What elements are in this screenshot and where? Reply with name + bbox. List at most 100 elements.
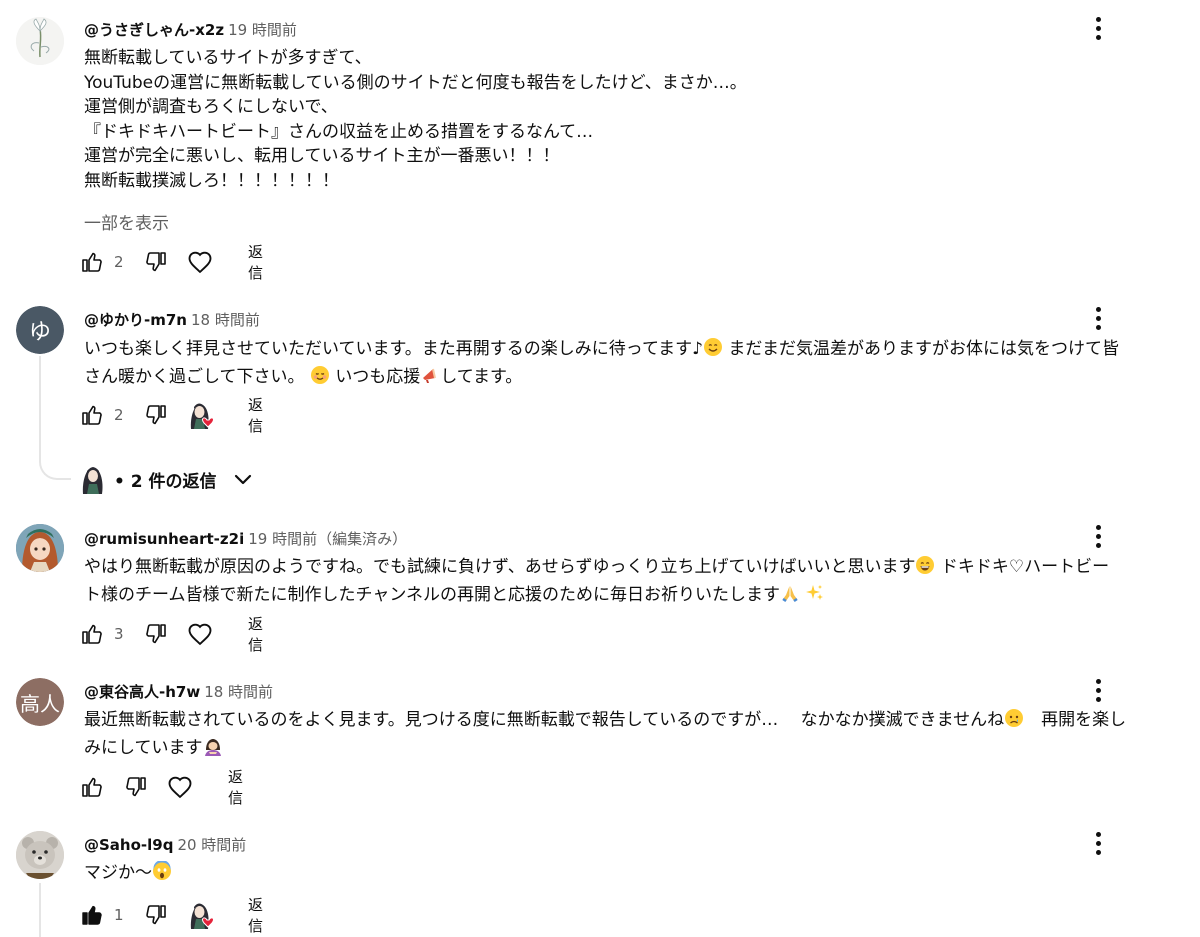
reply-button[interactable]: 返信 xyxy=(228,768,243,807)
timestamp[interactable]: 18 時間前 xyxy=(204,683,273,701)
more-actions-icon[interactable] xyxy=(1086,522,1110,550)
heart-button[interactable] xyxy=(186,618,214,650)
like-button[interactable] xyxy=(80,399,104,431)
thumbs-up-icon xyxy=(82,405,102,425)
comment-header: @東谷高人-h7w 18 時間前 xyxy=(84,681,273,702)
comment-text: やはり無断転載が原因のようですね。でも試練に負けず、あせらずゆっくり立ち上げてい… xyxy=(84,555,1124,610)
edited-label: （編集済み） xyxy=(317,530,408,548)
creator-avatar-icon xyxy=(82,467,103,494)
reply-button[interactable]: 返信 xyxy=(248,615,263,654)
dislike-button[interactable] xyxy=(144,899,168,931)
creator-heart-badge xyxy=(184,899,218,931)
dislike-button[interactable] xyxy=(124,771,148,803)
reply-button[interactable]: 返信 xyxy=(248,396,263,435)
comment-line: YouTubeの運営に無断転載している側のサイトだと何度も報告をしたけど、まさか… xyxy=(84,72,747,93)
comment-text: いつも楽しく拝見させていただいています。また再開するの楽しみに待ってます♪ まだ… xyxy=(84,337,1124,392)
creator-heart-badge xyxy=(184,399,218,431)
thumbs-down-icon xyxy=(126,777,146,797)
heart-outline-icon xyxy=(188,623,212,646)
reply-button[interactable]: 返信 xyxy=(248,243,263,282)
heart-outline-icon xyxy=(168,776,192,799)
teddy-bear-avatar-icon xyxy=(16,831,64,879)
heart-button[interactable] xyxy=(166,771,194,803)
dislike-button[interactable] xyxy=(144,399,168,431)
like-button[interactable] xyxy=(80,771,104,803)
comment-text: マジか〜 xyxy=(84,860,1134,889)
thumbs-up-icon xyxy=(82,624,102,644)
comment-text: 無断転載しているサイトが多すぎて、 YouTubeの運営に無断転載している側のサ… xyxy=(84,46,1134,193)
author-name[interactable]: @うさぎしゃん-x2z xyxy=(84,21,224,39)
view-replies-button[interactable]: • 2 件の返信 xyxy=(80,461,255,497)
heart-button[interactable] xyxy=(186,246,214,278)
author-name[interactable]: @ゆかり-m7n xyxy=(84,311,187,329)
like-count: 2 xyxy=(114,253,124,271)
show-more-link[interactable]: 一部を表示 xyxy=(84,209,169,234)
comment-header: @Saho-l9q 20 時間前 xyxy=(84,834,246,855)
avatar[interactable]: 高人 xyxy=(16,678,64,726)
comment-text: 最近無断転載されているのをよく見ます。見つける度に無断転載で報告しているのですが… xyxy=(84,708,1129,763)
comment-text-part: 最近無断転載されているのをよく見ます。見つける度に無断転載で報告しているのですが… xyxy=(84,710,1005,730)
comment-line: 運営が完全に悪いし、転用しているサイト主が一番悪い！！！ xyxy=(84,146,560,166)
more-actions-icon[interactable] xyxy=(1086,14,1110,42)
comment-paragraph: いつも楽しく拝見させていただいています。また再開するの楽しみに待ってます♪ まだ… xyxy=(84,337,1124,392)
comment-line: 運営側が調査もろくにしないで、 xyxy=(84,97,338,117)
timestamp[interactable]: 19 時間前 xyxy=(228,21,297,39)
thumbs-down-icon xyxy=(146,252,166,272)
like-button[interactable] xyxy=(80,899,104,931)
more-actions-icon[interactable] xyxy=(1086,304,1110,332)
avatar[interactable]: ゆ xyxy=(16,306,64,354)
avatar-letter: 高人 xyxy=(20,691,60,716)
sparkles-emoji-icon xyxy=(805,583,825,611)
thread-connector xyxy=(39,456,71,480)
creator-avatar-heart-icon xyxy=(190,403,214,429)
smile-emoji-icon xyxy=(703,337,723,365)
thread-line xyxy=(39,883,41,937)
praying-hands-emoji-icon xyxy=(780,583,800,611)
comment-line: 無断転載撲滅しろ！！！！！！！ xyxy=(84,170,339,191)
timestamp[interactable]: 19 時間前 xyxy=(248,530,317,548)
more-actions-icon[interactable] xyxy=(1086,829,1110,857)
author-name[interactable]: @東谷高人-h7w xyxy=(84,683,200,701)
comment-header: @ゆかり-m7n 18 時間前 xyxy=(84,309,260,330)
avatar-letter: ゆ xyxy=(28,320,51,345)
thread-line xyxy=(39,356,41,456)
comment-paragraph: やはり無断転載が原因のようですね。でも試練に負けず、あせらずゆっくり立ち上げてい… xyxy=(84,555,1124,610)
comment-header: @rumisunheart-z2i 19 時間前（編集済み） xyxy=(84,528,407,549)
comment-line: 無断転載しているサイトが多すぎて、 xyxy=(84,48,372,68)
comment-text-part: マジか〜 xyxy=(84,863,152,883)
reply-button[interactable]: 返信 xyxy=(248,896,263,935)
avatar-bg: 高人 xyxy=(16,678,64,726)
chevron-down-icon xyxy=(234,474,251,485)
thumbs-down-icon xyxy=(146,905,166,925)
thumbs-down-icon xyxy=(146,624,166,644)
dislike-button[interactable] xyxy=(144,246,168,278)
creator-avatar-heart-icon xyxy=(190,903,214,929)
like-button[interactable] xyxy=(80,618,104,650)
relaxed-emoji-icon xyxy=(310,365,330,393)
timestamp[interactable]: 18 時間前 xyxy=(191,311,260,329)
comment-text-part: いつも応援 xyxy=(335,366,421,387)
comment-paragraph: マジか〜 xyxy=(84,860,1134,889)
thumbs-up-filled-icon xyxy=(82,905,102,925)
dislike-button[interactable] xyxy=(144,618,168,650)
comment-line: 『ドキドキハートビート』さんの収益を止める措置をするなんて… xyxy=(84,121,594,142)
replies-count-label: • 2 件の返信 xyxy=(114,471,217,492)
author-name[interactable]: @Saho-l9q xyxy=(84,836,173,854)
avatar-bg: ゆ xyxy=(16,306,64,354)
avatar[interactable] xyxy=(16,17,64,65)
like-button[interactable] xyxy=(80,246,104,278)
megaphone-emoji-icon xyxy=(420,365,440,393)
author-name[interactable]: @rumisunheart-z2i xyxy=(84,530,244,548)
comment-paragraph: 最近無断転載されているのをよく見ます。見つける度に無断転載で報告しているのですが… xyxy=(84,708,1129,763)
like-count: 1 xyxy=(114,906,124,924)
avatar[interactable] xyxy=(16,831,64,879)
more-actions-icon[interactable] xyxy=(1086,676,1110,704)
anime-girl-avatar-icon xyxy=(16,524,64,572)
timestamp[interactable]: 20 時間前 xyxy=(177,836,246,854)
like-count: 3 xyxy=(114,625,124,643)
heart-outline-icon xyxy=(188,251,212,274)
avatar[interactable] xyxy=(16,524,64,572)
thumbs-up-icon xyxy=(82,777,102,797)
comment-header: @うさぎしゃん-x2z 19 時間前 xyxy=(84,19,297,40)
comment-text-part: いつも楽しく拝見させていただいています。また再開するの楽しみに待ってます♪ xyxy=(84,339,703,359)
